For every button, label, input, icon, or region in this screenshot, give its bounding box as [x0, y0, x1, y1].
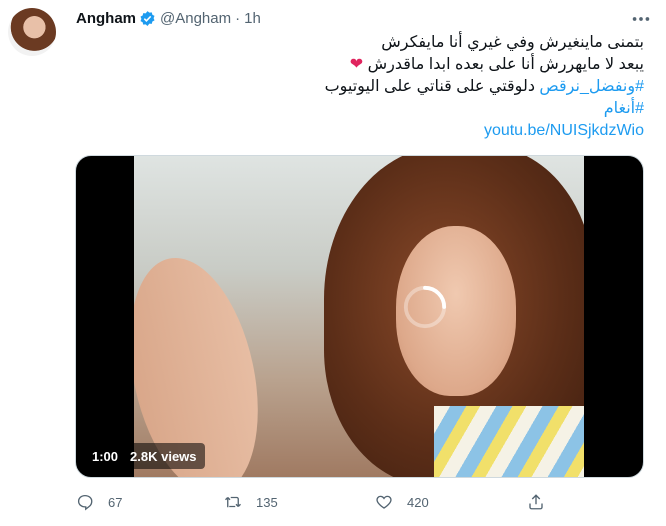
video-garment-shape [434, 406, 584, 477]
video-stats-overlay: 1:00 2.8K views [84, 443, 205, 469]
share-icon [529, 494, 543, 510]
video-duration: 1:00 [92, 448, 119, 464]
reply-count: 67 [108, 494, 123, 510]
video-player[interactable]: 1:00 2.8K views [75, 155, 644, 478]
tweet-text: بتمنى ماينغيرش وفي غيري أنا مايفكرش يبعد… [76, 32, 644, 142]
retweet-button[interactable]: 135 [224, 487, 278, 517]
like-button[interactable]: 420 [375, 487, 429, 517]
avatar[interactable] [8, 8, 56, 56]
hashtag-link-2[interactable]: #أنغام [76, 98, 644, 120]
tweet-actions: 67 135 420 [76, 487, 566, 517]
hashtag-link[interactable]: #ونفضل_نرقص [539, 78, 644, 95]
tweet-line-1: بتمنى ماينغيرش وفي غيري أنا مايفكرش [381, 34, 644, 51]
verified-badge-icon [140, 10, 155, 26]
like-count: 420 [407, 494, 429, 510]
tweet-time[interactable]: 1h [244, 10, 261, 27]
author-name[interactable]: Angham [76, 10, 136, 27]
tweet-card[interactable]: Angham @Angham · 1h بتمنى ماينغيرش وفي غ… [0, 0, 666, 526]
video-frame[interactable] [134, 156, 584, 477]
like-icon [376, 495, 392, 509]
separator-dot: · [235, 9, 241, 27]
tweet-line-3: #ونفضل_نرقص دلوقتي على قناتي على اليوتيو… [76, 76, 644, 98]
video-views: 2.8K views [130, 448, 197, 464]
reply-icon [77, 494, 93, 511]
tweet-line-3-text: دلوقتي على قناتي على اليوتيوب [324, 78, 535, 95]
youtube-link[interactable]: youtu.be/NUISjkdzWio [484, 122, 644, 139]
tweet-line-2-text: يبعد لا مايهررش أنا على بعده ابدا ماقدرش [367, 56, 644, 73]
loading-spinner-icon [403, 285, 447, 329]
retweet-icon [225, 496, 241, 508]
reply-button[interactable]: 67 [76, 487, 122, 517]
tweet-header: Angham @Angham · 1h [76, 8, 261, 28]
tweet-line-2: يبعد لا مايهررش أنا على بعده ابدا ماقدرش… [76, 54, 644, 76]
retweet-count: 135 [256, 494, 278, 510]
share-button[interactable] [527, 487, 559, 517]
author-handle[interactable]: @Angham [160, 10, 231, 27]
more-icon[interactable] [630, 8, 652, 30]
heart-emoji-icon: ❤ [349, 56, 364, 73]
